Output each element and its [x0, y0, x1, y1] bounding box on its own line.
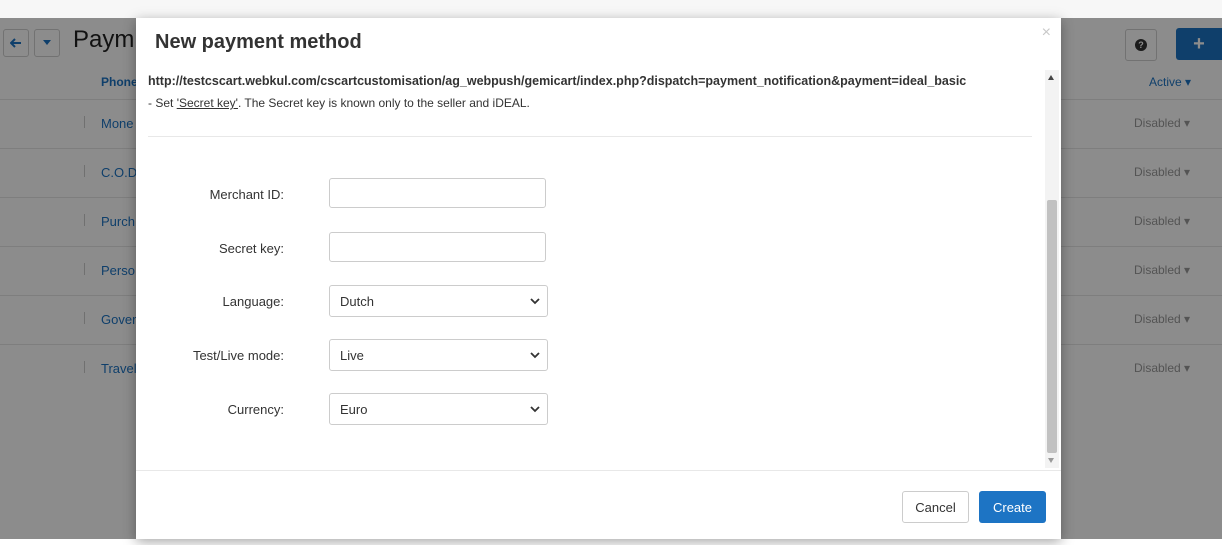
- mode-row: Test/Live mode: Live: [136, 339, 1036, 371]
- cancel-button[interactable]: Cancel: [902, 491, 969, 523]
- currency-label: Currency:: [227, 402, 284, 417]
- mode-select[interactable]: Live: [329, 339, 548, 371]
- mode-value: Live: [340, 347, 364, 363]
- scroll-down-arrow-icon[interactable]: [1048, 458, 1054, 463]
- secret-key-input[interactable]: [329, 232, 546, 262]
- chevron-down-icon: [530, 352, 540, 359]
- note-prefix: - Set: [148, 96, 177, 110]
- create-button[interactable]: Create: [979, 491, 1046, 523]
- top-strip: [0, 0, 1222, 18]
- scroll-thumb[interactable]: [1047, 200, 1057, 453]
- scroll-up-arrow-icon[interactable]: [1048, 75, 1054, 80]
- merchant-id-input[interactable]: [329, 178, 546, 208]
- currency-select[interactable]: Euro: [329, 393, 548, 425]
- dialog-body: http://testcscart.webkul.com/cscartcusto…: [136, 68, 1061, 470]
- merchant-id-label: Merchant ID:: [209, 187, 284, 202]
- dialog-scrollbar[interactable]: [1045, 70, 1059, 468]
- note-secret-key-link[interactable]: 'Secret key': [177, 96, 238, 110]
- dialog-title: New payment method: [155, 31, 362, 53]
- language-row: Language: Dutch: [136, 285, 1036, 317]
- currency-row: Currency: Euro: [136, 393, 1036, 425]
- chevron-down-icon: [530, 406, 540, 413]
- dialog-header: New payment method ×: [136, 18, 1061, 68]
- note-suffix: . The Secret key is known only to the se…: [237, 96, 530, 110]
- mode-label: Test/Live mode:: [192, 348, 284, 363]
- secret-key-label: Secret key:: [218, 241, 284, 256]
- language-value: Dutch: [340, 293, 374, 309]
- merchant-id-row: Merchant ID:: [136, 178, 1036, 210]
- currency-value: Euro: [340, 401, 368, 417]
- language-label: Language:: [222, 294, 284, 309]
- new-payment-method-dialog: New payment method × http://testcscart.w…: [136, 18, 1061, 539]
- secret-key-note: - Set 'Secret key'. The Secret key is kn…: [148, 96, 530, 110]
- close-icon[interactable]: ×: [1042, 24, 1051, 42]
- secret-key-row: Secret key:: [136, 232, 1036, 264]
- notification-url: http://testcscart.webkul.com/cscartcusto…: [148, 74, 967, 88]
- divider: [148, 136, 1032, 137]
- language-select[interactable]: Dutch: [329, 285, 548, 317]
- dialog-footer: Cancel Create: [136, 470, 1061, 540]
- chevron-down-icon: [530, 298, 540, 305]
